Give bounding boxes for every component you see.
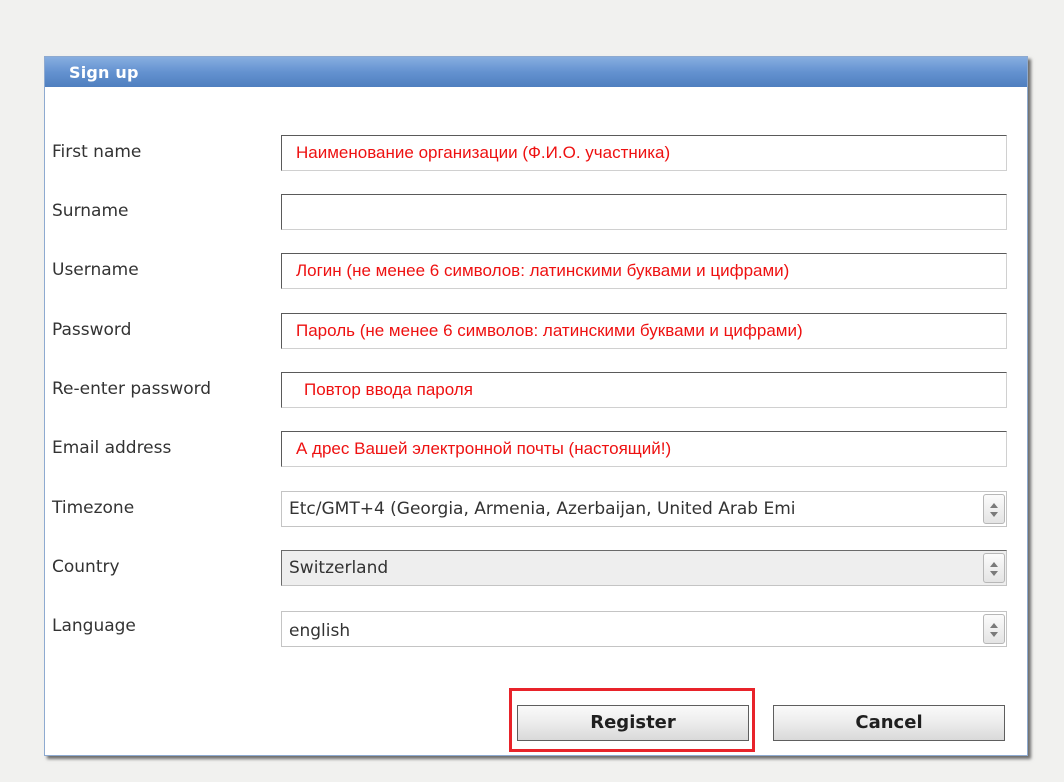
reenter-password-input[interactable]: Повтор ввода пароля (281, 372, 1007, 408)
dialog-title: Sign up (69, 63, 139, 82)
language-select[interactable]: english (281, 611, 1007, 647)
reenter-password-row: Re-enter password Повтор ввода пароля (45, 370, 1027, 410)
password-label: Password (52, 320, 132, 340)
timezone-label: Timezone (52, 498, 135, 518)
password-row: Password Пароль (не менее 6 символов: ла… (45, 311, 1027, 351)
cancel-button[interactable]: Cancel (773, 705, 1005, 741)
email-input[interactable]: А дрес Вашей электронной почты (настоящи… (281, 431, 1007, 467)
first-name-label: First name (52, 142, 142, 162)
timezone-value: Etc/GMT+4 (Georgia, Armenia, Azerbaijan,… (289, 499, 796, 519)
timezone-row: Timezone Etc/GMT+4 (Georgia, Armenia, Az… (45, 489, 1027, 529)
country-select[interactable]: Switzerland (281, 550, 1007, 586)
country-spinner-icon[interactable] (983, 553, 1005, 583)
username-row: Username Логин (не менее 6 символов: лат… (45, 251, 1027, 291)
username-label: Username (52, 260, 139, 280)
surname-label: Surname (52, 201, 129, 221)
language-row: Language english (45, 607, 1027, 647)
first-name-input[interactable]: Наименование организации (Ф.И.О. участни… (281, 135, 1007, 171)
dialog-titlebar[interactable]: Sign up (45, 57, 1027, 87)
language-value: english (289, 621, 351, 641)
first-name-row: First name Наименование организации (Ф.И… (45, 133, 1027, 173)
username-input[interactable]: Логин (не менее 6 символов: латинскими б… (281, 253, 1007, 289)
password-input[interactable]: Пароль (не менее 6 символов: латинскими … (281, 313, 1007, 349)
email-row: Email address А дрес Вашей электронной п… (45, 429, 1027, 469)
signup-dialog: Sign up First name Наименование организа… (44, 56, 1028, 756)
email-label: Email address (52, 438, 172, 458)
country-label: Country (52, 557, 120, 577)
register-button[interactable]: Register (517, 705, 749, 741)
surname-row: Surname (45, 192, 1027, 232)
reenter-password-label: Re-enter password (52, 379, 212, 399)
timezone-select[interactable]: Etc/GMT+4 (Georgia, Armenia, Azerbaijan,… (281, 491, 1007, 527)
surname-input[interactable] (281, 194, 1007, 230)
timezone-spinner-icon[interactable] (983, 494, 1005, 524)
language-label: Language (52, 616, 136, 636)
language-spinner-icon[interactable] (983, 614, 1005, 644)
country-row: Country Switzerland (45, 548, 1027, 588)
country-value: Switzerland (289, 558, 389, 578)
